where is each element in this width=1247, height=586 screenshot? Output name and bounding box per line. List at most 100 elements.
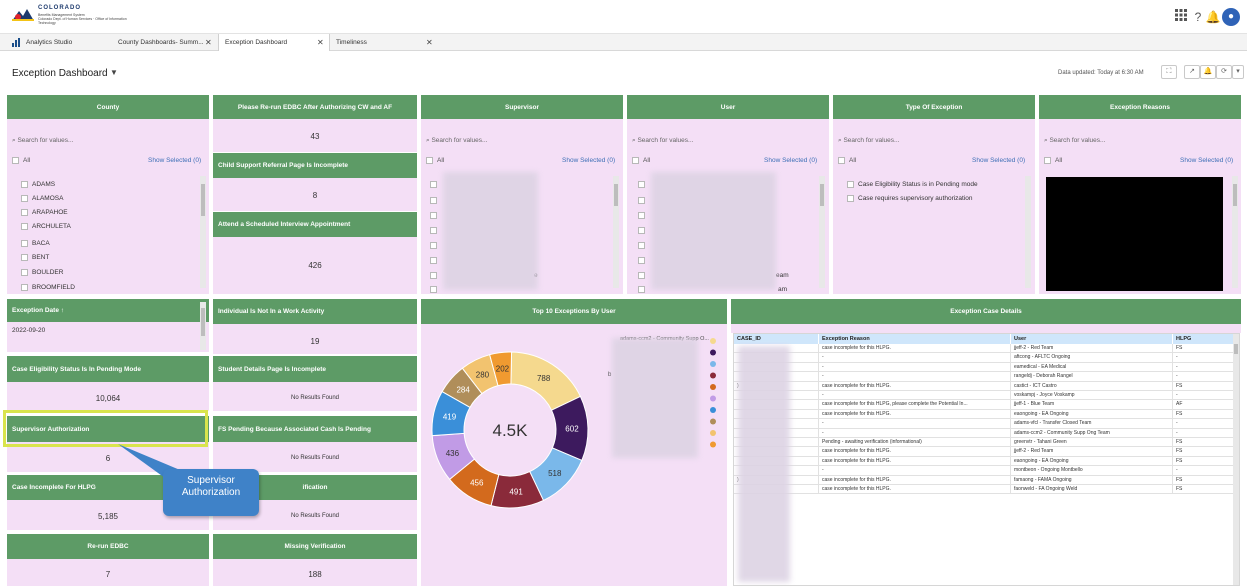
table-row[interactable]: case incomplete for this HLPG. jjeff-2 - … [734,447,1234,457]
table-row[interactable]: - montbeon - Ongoing Montbello - [734,466,1234,476]
column-header-hlpg[interactable]: HLPG [1173,334,1234,344]
supervisor-list-item[interactable] [430,272,441,279]
table-scrollbar[interactable] [1233,334,1239,585]
county-list-item[interactable]: BENT [21,254,49,261]
table-cell: adams-ccm2 - Community Supp Ong Team [1011,428,1173,438]
table-row[interactable]: - adams-ccm2 - Community Supp Ong Team - [734,428,1234,438]
slice-label: 456 [470,478,484,487]
close-icon[interactable]: ✕ [317,34,324,51]
donut-chart[interactable]: 788 602 518 491 456 436 419 284 280 202 4.5K [420,340,600,520]
tab-analytics-studio[interactable]: Analytics Studio [6,34,96,51]
reasons-scrollbar[interactable] [1232,176,1238,288]
table-row[interactable]: case incomplete for this HLPG, please co… [734,400,1234,410]
county-list-item[interactable]: BOULDER [21,269,63,276]
table-row[interactable]: )case incomplete for this HLPG.castict -… [734,381,1234,391]
user-search-input[interactable]: ⌕ Search for values... [632,137,693,145]
tab-exception-dashboard[interactable]: Exception Dashboard ✕ [218,34,330,51]
supervisor-list-item[interactable] [430,181,441,188]
county-search-input[interactable]: ⌕ Search for values... [12,137,73,145]
user-show-selected-link[interactable]: Show Selected (0) [764,157,817,164]
app-launcher-icon[interactable] [1173,9,1189,25]
county-list-item[interactable]: ARCHULETA [21,223,71,230]
title-dropdown-icon[interactable]: ▼ [110,68,118,77]
table-cell: AF [1173,400,1234,410]
type-all-checkbox[interactable]: All [838,157,856,164]
table-row[interactable]: case incomplete for this HLPG. jjeff-2 - … [734,344,1234,354]
top-bar: COLORADO Benefits Management System Color… [0,0,1247,34]
table-row[interactable]: - rangeldj - Deborah Rangel - [734,372,1234,382]
county-list-item[interactable]: ADAMS [21,181,55,188]
county-filter-panel [7,119,209,294]
table-row[interactable]: case incomplete for this HLPG. eaongoing … [734,456,1234,467]
user-list-item[interactable] [638,257,649,264]
table-cell: faonweld - FA Ongoing Weld [1011,485,1173,494]
close-icon[interactable]: ✕ [205,34,212,51]
table-row[interactable]: - voskampj - Joyce Voskamp - [734,391,1234,401]
county-all-checkbox[interactable]: All [12,157,30,164]
column-header-case-id[interactable]: CASE_ID [734,334,819,344]
legend-swatch [710,384,716,390]
exception-date-value[interactable]: 2022-09-20 [12,327,45,334]
help-icon[interactable]: ? [1190,9,1206,25]
table-cell: FS [1173,438,1234,447]
county-list-item[interactable]: ALAMOSA [21,195,63,202]
bell-icon[interactable]: 🔔 [1205,9,1221,25]
type-list-item[interactable]: Case Eligibility Status is in Pending mo… [847,181,978,188]
supervisor-search-input[interactable]: ⌕ Search for values... [426,137,487,145]
user-list-item[interactable] [638,197,649,204]
legend-swatch [710,338,716,344]
column-header-exception-reason[interactable]: Exception Reason [819,334,1011,344]
column-header-user[interactable]: User [1011,334,1173,344]
close-icon[interactable]: ✕ [426,34,433,51]
table-row[interactable]: Pending - awaiting verification (informa… [734,438,1234,448]
county-show-selected-link[interactable]: Show Selected (0) [148,157,201,164]
user-list-item[interactable] [638,227,649,234]
tab-county-dashboards[interactable]: County Dashboards- Summ... ✕ [112,34,218,51]
table-row[interactable]: - eamedical - EA Medical - [734,362,1234,373]
supervisor-list-item[interactable] [430,212,441,219]
sort-arrow-icon[interactable]: ↑ [61,307,64,314]
user-scrollbar[interactable] [819,176,825,288]
colorado-logo[interactable]: COLORADO Benefits Management System Color… [12,4,132,30]
user-list-item[interactable] [638,242,649,249]
user-avatar-icon[interactable]: ● [1222,8,1240,26]
county-list-item[interactable]: BACA [21,240,50,247]
type-show-selected-link[interactable]: Show Selected (0) [972,157,1025,164]
share-icon[interactable]: ↗ [1184,65,1200,79]
table-row[interactable]: - adams-vfcl - Transfer Closed Team - [734,419,1234,429]
user-list-item[interactable] [638,181,649,188]
menu-caret-icon[interactable]: ▾ [1232,65,1244,79]
supervisor-list-item[interactable] [430,257,441,264]
supervisor-list-item[interactable] [430,286,441,294]
table-cell: - [1173,353,1234,363]
supervisor-list-item[interactable] [430,227,441,234]
table-cell: case incomplete for this HLPG. [819,485,1011,494]
county-list-item[interactable]: ARAPAHOE [21,209,68,216]
user-list-item[interactable] [638,286,649,294]
user-list-item[interactable] [638,272,649,279]
type-scrollbar[interactable] [1025,176,1031,288]
table-row[interactable]: )case incomplete for this HLPG.famaong -… [734,475,1234,485]
subscribe-icon[interactable]: 🔔 [1200,65,1216,79]
refresh-icon[interactable]: ⟳ [1216,65,1232,79]
fullscreen-icon[interactable]: ⛶ [1161,65,1177,79]
supervisor-show-selected-link[interactable]: Show Selected (0) [562,157,615,164]
reasons-show-selected-link[interactable]: Show Selected (0) [1180,157,1233,164]
reasons-all-checkbox[interactable]: All [1044,157,1062,164]
user-list-item[interactable] [638,212,649,219]
supervisor-list-item[interactable] [430,197,441,204]
table-row[interactable]: case incomplete for this HLPG. eaongoing … [734,409,1234,420]
user-all-checkbox[interactable]: All [632,157,650,164]
supervisor-list-item[interactable] [430,242,441,249]
type-search-input[interactable]: ⌕ Search for values... [838,137,899,145]
supervisor-all-checkbox[interactable]: All [426,157,444,164]
tab-timeliness[interactable]: Timeliness ✕ [330,34,440,51]
type-list-item[interactable]: Case requires supervisory authorization [847,195,973,202]
county-list-item[interactable]: BROOMFIELD [21,284,75,293]
reasons-search-input[interactable]: ⌕ Search for values... [1044,137,1105,145]
date-scrollbar[interactable] [200,302,206,350]
table-row[interactable]: case incomplete for this HLPG. faonweld -… [734,485,1234,495]
county-scrollbar[interactable] [200,176,206,288]
supervisor-scrollbar[interactable] [613,176,619,288]
table-row[interactable]: - aftcong - AFLTC Ongoing - [734,353,1234,363]
